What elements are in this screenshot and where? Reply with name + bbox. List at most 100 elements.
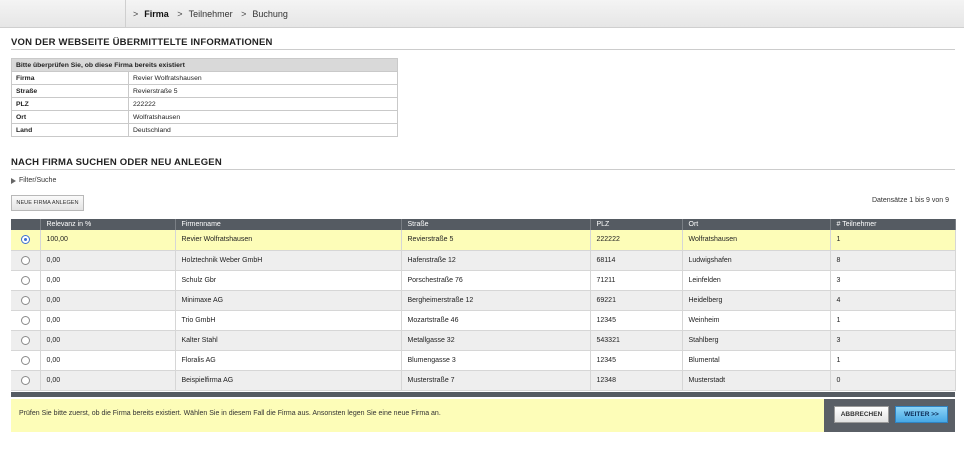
cell-plz: 12345 [590, 350, 683, 371]
expand-triangle-icon [11, 177, 16, 184]
filter-label: Filter/Suche [19, 177, 57, 184]
cell-company: Revier Wolfratshausen [175, 230, 402, 251]
radio-button[interactable] [20, 295, 30, 305]
cell-plz: 69221 [590, 290, 683, 311]
row-select-cell[interactable] [11, 350, 41, 371]
cell-city: Ludwigshafen [682, 250, 831, 271]
info-row-land: Land Deutschland [11, 123, 398, 137]
cell-relevance: 0,00 [40, 250, 176, 271]
column-header-relevance[interactable]: Relevanz in % [40, 219, 176, 230]
new-company-button[interactable]: NEUE FIRMA ANLEGEN [11, 195, 84, 211]
cell-city: Wolfratshausen [682, 230, 831, 251]
column-header-company[interactable]: Firmenname [175, 219, 402, 230]
breadcrumb-separator: > [241, 9, 247, 19]
section-title-website-info: VON DER WEBSEITE ÜBERMITTELTE INFORMATIO… [11, 37, 273, 48]
next-button[interactable]: WEITER >> [895, 406, 948, 423]
cell-participants: 4 [830, 290, 956, 311]
table-row[interactable]: 100,00 Revier Wolfratshausen Revierstraß… [11, 230, 956, 251]
cell-participants: 1 [830, 310, 956, 331]
cell-participants: 3 [830, 270, 956, 291]
cell-street: Porschestraße 76 [401, 270, 591, 291]
cancel-button[interactable]: ABBRECHEN [834, 406, 889, 423]
radio-button-selected[interactable] [20, 235, 30, 245]
breadcrumb-step-firma[interactable]: Firma [144, 9, 169, 19]
column-header-street[interactable]: Straße [401, 219, 591, 230]
row-select-cell[interactable] [11, 230, 41, 251]
breadcrumb: > Firma > Teilnehmer > Buchung [133, 9, 294, 19]
table-row[interactable]: 0,00 Minimaxe AG Bergheimerstraße 12 692… [11, 290, 956, 311]
radio-button[interactable] [20, 375, 30, 385]
cell-street: Hafenstraße 12 [401, 250, 591, 271]
submitted-info-table: Bitte überprüfen Sie, ob diese Firma ber… [11, 58, 398, 137]
table-header-row: Relevanz in % Firmenname Straße PLZ Ort … [11, 219, 956, 230]
info-value: Revierstraße 5 [128, 84, 398, 98]
info-table-header-row: Bitte überprüfen Sie, ob diese Firma ber… [11, 58, 398, 72]
column-header-city[interactable]: Ort [682, 219, 831, 230]
info-label: Land [11, 123, 129, 137]
cell-street: Metallgasse 32 [401, 330, 591, 351]
cell-participants: 1 [830, 350, 956, 371]
row-select-cell[interactable] [11, 370, 41, 391]
cell-street: Bergheimerstraße 12 [401, 290, 591, 311]
table-row[interactable]: 0,00 Holztechnik Weber GmbH Hafenstraße … [11, 250, 956, 271]
records-count: Datensätze 1 bis 9 von 9 [871, 197, 949, 204]
info-label: Ort [11, 110, 129, 124]
cell-relevance: 0,00 [40, 350, 176, 371]
table-row[interactable]: 0,00 Schulz Gbr Porschestraße 76 71211 L… [11, 270, 956, 291]
row-select-cell[interactable] [11, 310, 41, 331]
breadcrumb-separator: > [177, 9, 183, 19]
radio-button[interactable] [20, 275, 30, 285]
cell-plz: 68114 [590, 250, 683, 271]
cell-company: Holztechnik Weber GmbH [175, 250, 402, 271]
cell-street: Blumengasse 3 [401, 350, 591, 371]
cell-relevance: 0,00 [40, 370, 176, 391]
info-row-strasse: Straße Revierstraße 5 [11, 84, 398, 98]
breadcrumb-step-buchung[interactable]: Buchung [252, 9, 288, 19]
section-title-search: NACH FIRMA SUCHEN ODER NEU ANLEGEN [11, 157, 222, 168]
cell-company: Kalter Stahl [175, 330, 402, 351]
cell-relevance: 0,00 [40, 310, 176, 331]
table-row[interactable]: 0,00 Trio GmbH Mozartstraße 46 12345 Wei… [11, 310, 956, 331]
row-select-cell[interactable] [11, 290, 41, 311]
cell-company: Trio GmbH [175, 310, 402, 331]
cell-participants: 1 [830, 230, 956, 251]
radio-button[interactable] [20, 355, 30, 365]
row-select-cell[interactable] [11, 270, 41, 291]
table-footer-bar [11, 392, 955, 397]
breadcrumb-step-teilnehmer[interactable]: Teilnehmer [189, 9, 233, 19]
top-bar: > Firma > Teilnehmer > Buchung [0, 0, 964, 28]
column-header-participants[interactable]: # Teilnehmer [830, 219, 956, 230]
cell-street: Revierstraße 5 [401, 230, 591, 251]
row-select-cell[interactable] [11, 330, 41, 351]
cell-street: Musterstraße 7 [401, 370, 591, 391]
cell-plz: 543321 [590, 330, 683, 351]
cell-plz: 222222 [590, 230, 683, 251]
info-label: PLZ [11, 97, 129, 111]
logo-area [0, 0, 126, 28]
cell-street: Mozartstraße 46 [401, 310, 591, 331]
filter-toggle[interactable]: Filter/Suche [11, 177, 56, 184]
cell-city: Blumental [682, 350, 831, 371]
table-row[interactable]: 0,00 Beispielfirma AG Musterstraße 7 123… [11, 370, 956, 391]
radio-button[interactable] [20, 315, 30, 325]
radio-button[interactable] [20, 255, 30, 265]
radio-button[interactable] [20, 335, 30, 345]
footer-hint-text: Prüfen Sie bitte zuerst, ob die Firma be… [19, 410, 441, 417]
cell-participants: 3 [830, 330, 956, 351]
info-value: Revier Wolfratshausen [128, 71, 398, 85]
cell-plz: 71211 [590, 270, 683, 291]
cell-relevance: 100,00 [40, 230, 176, 251]
cell-city: Heidelberg [682, 290, 831, 311]
breadcrumb-separator: > [133, 9, 139, 19]
column-header-plz[interactable]: PLZ [590, 219, 683, 230]
section-divider [11, 169, 955, 170]
table-row[interactable]: 0,00 Kalter Stahl Metallgasse 32 543321 … [11, 330, 956, 351]
cell-participants: 8 [830, 250, 956, 271]
cell-plz: 12345 [590, 310, 683, 331]
footer-actions: ABBRECHEN WEITER >> [824, 399, 955, 432]
table-row[interactable]: 0,00 Floralis AG Blumengasse 3 12345 Blu… [11, 350, 956, 371]
row-select-cell[interactable] [11, 250, 41, 271]
info-row-plz: PLZ 222222 [11, 97, 398, 111]
cell-company: Schulz Gbr [175, 270, 402, 291]
column-header-select [11, 219, 41, 230]
